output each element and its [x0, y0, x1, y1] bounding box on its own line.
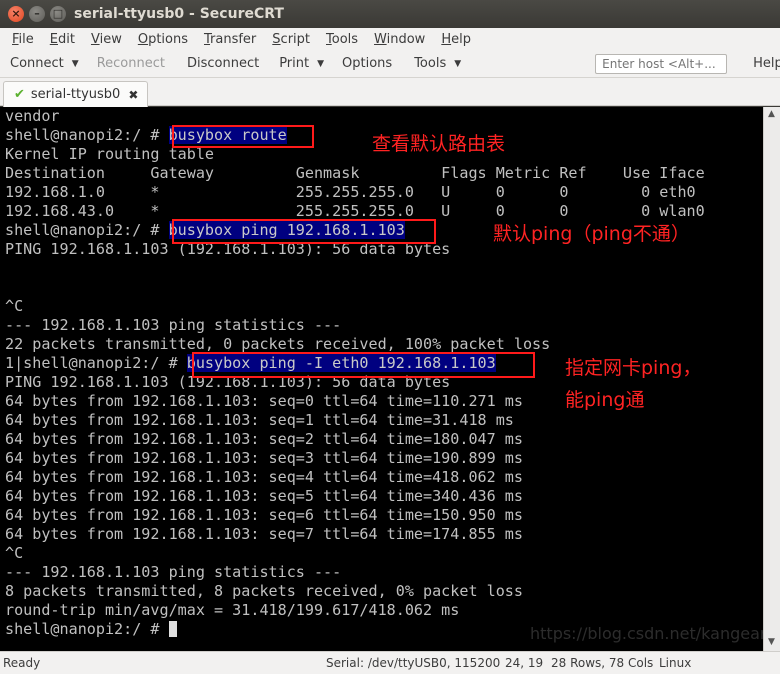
menu-item-script[interactable]: Script: [264, 32, 318, 47]
print-label: Print: [279, 56, 310, 71]
menu-mnemonic: V: [90, 31, 100, 47]
close-icon[interactable]: ✖: [128, 88, 138, 102]
options-label: Options: [342, 56, 393, 71]
highlight-box-ping-iface: [192, 352, 535, 378]
help-label: Help: [753, 56, 780, 71]
tab-serial-ttyusb0[interactable]: ✔ serial-ttyusb0 ✖: [3, 81, 148, 107]
menu-item-view[interactable]: View: [83, 32, 130, 47]
disconnect-label: Disconnect: [186, 56, 260, 71]
window-title: serial-ttyusb0 - SecureCRT: [74, 6, 284, 22]
terminal-line: 64 bytes from 192.168.1.103: seq=3 ttl=6…: [5, 449, 523, 467]
connect-label: Connect: [10, 56, 64, 71]
toolbar: Connect ▼ Reconnect Disconnect Print ▼ O…: [0, 50, 780, 78]
chevron-down-icon[interactable]: ▼: [454, 59, 461, 69]
menu-mnemonic: S: [272, 31, 281, 47]
menu-mnemonic: W: [374, 31, 387, 47]
terminal-line: vendor: [5, 107, 60, 125]
menu-item-window[interactable]: Window: [366, 32, 433, 47]
annotation-route: 查看默认路由表: [372, 133, 506, 155]
annotation-ping-iface-line1: 指定网卡ping，: [565, 357, 702, 379]
terminal-line: 64 bytes from 192.168.1.103: seq=2 ttl=6…: [5, 430, 523, 448]
terminal-line: 192.168.1.0 * 255.255.255.0 U 0 0 0 eth0: [5, 183, 696, 201]
menu-label: ptions: [148, 31, 188, 47]
menu-item-transfer[interactable]: Transfer: [196, 32, 264, 47]
chevron-down-icon[interactable]: ▼: [72, 59, 79, 69]
window-close-button[interactable]: ×: [8, 6, 24, 22]
menu-mnemonic: O: [137, 31, 149, 47]
watermark: https://blog.csdn.net/kangear: [530, 624, 763, 643]
menu-label: ile: [18, 31, 34, 47]
menu-item-file[interactable]: File: [4, 32, 42, 47]
terminal-prompt: shell@nanopi2:/ #: [5, 221, 169, 239]
menu-label: elp: [451, 31, 471, 47]
terminal-prompt: 1|shell@nanopi2:/ #: [5, 354, 187, 372]
status-dimensions: 28 Rows, 78 Cols: [551, 656, 654, 670]
terminal-screen[interactable]: vendor shell@nanopi2:/ # busybox route Ker…: [0, 107, 763, 651]
status-serial: Serial: /dev/ttyUSB0, 115200: [326, 656, 501, 670]
help-button[interactable]: Help: [747, 56, 780, 71]
menu-mnemonic: E: [49, 31, 58, 47]
menu-label: indow: [386, 31, 426, 47]
terminal-line: shell@nanopi2:/ # busybox route: [5, 126, 705, 145]
menu-item-help[interactable]: Help: [433, 32, 479, 47]
status-cursor-position: 24, 19: [505, 656, 544, 670]
annotation-ping-iface-line2: 能ping通: [565, 389, 645, 411]
status-ready: Ready: [3, 656, 41, 670]
window-minimize-button[interactable]: –: [29, 6, 45, 22]
menu-label: ransfer: [210, 31, 257, 47]
highlight-box-ping: [172, 219, 436, 244]
title-bar: × – □ serial-ttyusb0 - SecureCRT: [0, 0, 780, 28]
checkmark-icon: ✔: [14, 87, 25, 102]
terminal-line: 64 bytes from 192.168.1.103: seq=1 ttl=6…: [5, 411, 514, 429]
highlight-box-route: [172, 125, 314, 148]
terminal-line: 64 bytes from 192.168.1.103: seq=7 ttl=6…: [5, 525, 523, 543]
tools-button[interactable]: Tools ▼: [408, 56, 467, 71]
menu-bar: File Edit View Options Transfer Script Tools Wi…: [0, 28, 780, 50]
tools-label: Tools: [414, 56, 447, 71]
status-os: Linux: [659, 656, 692, 670]
terminal-line: ^C: [5, 297, 24, 315]
chevron-down-icon[interactable]: ▼: [317, 59, 324, 69]
disconnect-button[interactable]: Disconnect: [181, 56, 265, 71]
menu-label: cript: [280, 31, 310, 47]
scroll-up-icon[interactable]: ▲: [768, 109, 775, 119]
terminal-line: 8 packets transmitted, 8 packets receive…: [5, 582, 523, 600]
terminal-cursor: [168, 621, 177, 637]
menu-label: iew: [99, 31, 122, 47]
terminal-line: 64 bytes from 192.168.1.103: seq=6 ttl=6…: [5, 506, 523, 524]
terminal-line: Kernel IP routing table: [5, 145, 215, 163]
menu-mnemonic: H: [441, 31, 452, 47]
menu-item-options[interactable]: Options: [130, 32, 196, 47]
print-button[interactable]: Print ▼: [273, 56, 330, 71]
window-maximize-button[interactable]: □: [50, 6, 66, 22]
terminal-line: --- 192.168.1.103 ping statistics ---: [5, 316, 342, 334]
terminal-line: Destination Gateway Genmask Flags Metric…: [5, 164, 705, 182]
menu-item-tools[interactable]: Tools: [318, 32, 366, 47]
terminal-line: --- 192.168.1.103 ping statistics ---: [5, 563, 342, 581]
menu-label: ools: [331, 31, 359, 47]
annotation-ping-fail: 默认ping（ping不通）: [493, 223, 690, 245]
terminal-line: 64 bytes from 192.168.1.103: seq=5 ttl=6…: [5, 487, 523, 505]
status-bar: Ready Serial: /dev/ttyUSB0, 115200 24, 1…: [0, 651, 780, 674]
terminal-line: round-trip min/avg/max = 31.418/199.617/…: [5, 601, 460, 619]
scroll-down-icon[interactable]: ▼: [768, 637, 775, 647]
terminal-prompt: shell@nanopi2:/ #: [5, 126, 169, 144]
tab-bar: ✔ serial-ttyusb0 ✖: [0, 78, 780, 107]
vertical-scrollbar[interactable]: ▲ ▼: [763, 107, 780, 651]
options-button[interactable]: Options: [336, 56, 398, 71]
menu-item-edit[interactable]: Edit: [42, 32, 83, 47]
host-input[interactable]: [595, 53, 728, 74]
menu-label: dit: [58, 31, 75, 47]
connect-button[interactable]: Connect ▼: [0, 56, 85, 71]
terminal-line: 64 bytes from 192.168.1.103: seq=4 ttl=6…: [5, 468, 523, 486]
reconnect-label: Reconnect: [96, 56, 165, 71]
tab-label: serial-ttyusb0: [30, 87, 121, 102]
terminal-line: ^C: [5, 544, 24, 562]
reconnect-button[interactable]: Reconnect: [91, 56, 171, 71]
